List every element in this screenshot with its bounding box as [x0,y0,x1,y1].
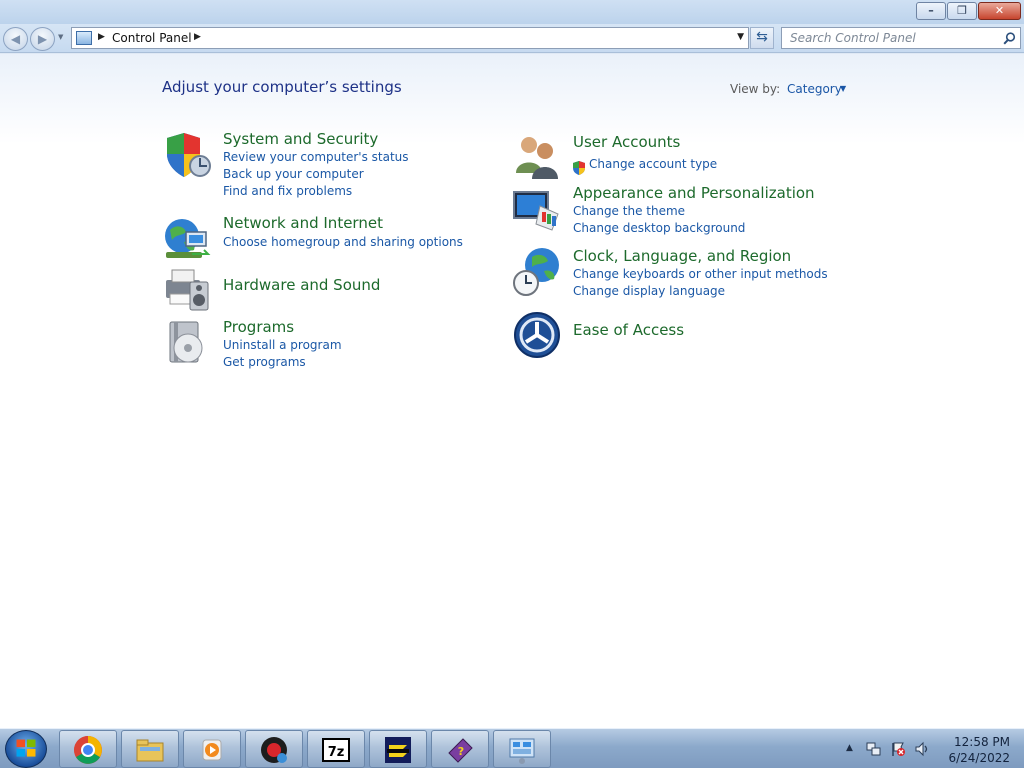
restore-button[interactable]: ❐ [947,2,977,20]
window-controls: – ❐ ✕ [916,2,1021,20]
system-clock[interactable]: 12:58 PM 6/24/2022 [938,734,1010,766]
clock-globe-icon[interactable] [512,247,562,297]
view-by-dropdown[interactable]: Category [787,82,842,96]
svg-text:7z: 7z [328,745,345,760]
category-title-ease-of-access[interactable]: Ease of Access [573,321,684,339]
network-icon[interactable] [866,741,882,757]
category-clock-language-region: Clock, Language, and Region Change keybo… [512,247,828,302]
category-ease-of-access: Ease of Access [512,310,812,360]
windows-logo-icon [16,739,36,757]
minimize-button[interactable]: – [916,2,946,20]
media-player-icon [202,739,222,761]
address-dropdown-icon[interactable]: ▼ [737,32,744,42]
link-change-account-type[interactable]: Change account type [589,157,717,171]
refresh-button[interactable]: ⇆ [750,27,774,49]
restore-icon: ❐ [957,4,967,17]
breadcrumb-control-panel[interactable]: Control Panel [112,31,192,45]
search-input[interactable]: Search Control Panel [790,31,916,45]
taskbar-file-explorer[interactable] [121,730,179,768]
taskbar-media-player[interactable] [183,730,241,768]
link-change-desktop-background[interactable]: Change desktop background [573,221,745,235]
svg-text:?: ? [458,745,464,758]
minimize-icon: – [928,4,934,17]
control-panel-small-icon [76,31,92,45]
refresh-icon: ⇆ [756,29,768,45]
category-appearance-and-personalization: Appearance and Personalization Change th… [512,184,815,239]
close-icon: ✕ [994,4,1005,17]
view-by-label: View by: [730,82,781,96]
taskbar-recorder[interactable] [245,730,303,768]
forward-arrow-icon: ▶ [37,32,48,46]
network-globe-icon[interactable] [162,214,212,264]
uac-shield-icon [573,161,585,175]
link-uninstall-program[interactable]: Uninstall a program [223,338,342,352]
category-title-clock-language-region[interactable]: Clock, Language, and Region [573,247,791,265]
address-bar[interactable]: ▶ Control Panel ▶ ▼ [71,27,749,49]
chrome-icon [74,736,102,764]
clock-time: 12:58 PM [954,735,1010,749]
clock-date: 6/24/2022 [948,751,1010,765]
search-box[interactable]: Search Control Panel [781,27,1021,49]
taskbar-7zip[interactable]: 7z [307,730,365,768]
close-button[interactable]: ✕ [978,2,1021,20]
link-homegroup-sharing[interactable]: Choose homegroup and sharing options [223,235,463,249]
back-arrow-icon: ◀ [10,32,21,46]
category-title-system-and-security[interactable]: System and Security [223,130,378,148]
control-panel-content: Adjust your computer’s settings View by:… [0,54,1024,728]
taskbar-help-book[interactable]: ? [431,730,489,768]
category-title-hardware-and-sound[interactable]: Hardware and Sound [223,276,380,294]
file-explorer-icon [136,739,164,762]
category-system-and-security: System and Security Review your computer… [162,130,452,200]
start-button[interactable] [5,730,47,768]
help-book-icon: ? [448,738,473,763]
volume-icon[interactable] [914,741,930,757]
action-center-flag-icon[interactable] [890,741,906,757]
category-user-accounts: User Accounts Change account type [512,133,812,183]
notification-area: ▲ 12:58 PM 6/24/2022 [838,729,1024,768]
link-change-keyboards[interactable]: Change keyboards or other input methods [573,267,828,281]
chevron-down-icon[interactable]: ▼ [840,84,846,93]
app-icon [385,737,411,763]
show-hidden-icons-icon[interactable]: ▲ [846,743,862,759]
taskbar-control-panel[interactable] [493,730,551,768]
link-find-and-fix-problems[interactable]: Find and fix problems [223,184,352,198]
category-programs: Programs Uninstall a program Get program… [162,318,452,378]
link-back-up-computer[interactable]: Back up your computer [223,167,364,181]
taskbar: 7z ? ▲ 12:58 PM 6/24/2022 [0,728,1024,768]
shield-icon[interactable] [162,130,212,180]
taskbar-chrome[interactable] [59,730,117,768]
7zip-icon: 7z [322,738,350,762]
search-icon[interactable] [1003,32,1016,45]
breadcrumb-separator-icon[interactable]: ▶ [98,32,105,42]
page-title: Adjust your computer’s settings [162,78,402,96]
recorder-icon [261,737,287,763]
link-get-programs[interactable]: Get programs [223,355,306,369]
link-change-display-language[interactable]: Change display language [573,284,725,298]
window-title-bar: – ❐ ✕ [0,0,1024,24]
programs-disc-icon[interactable] [162,318,212,368]
taskbar-app[interactable] [369,730,427,768]
category-network-and-internet: Network and Internet Choose homegroup an… [162,214,463,264]
control-panel-icon [509,738,535,764]
ease-of-access-icon[interactable] [512,310,562,360]
category-title-network-and-internet[interactable]: Network and Internet [223,214,383,232]
category-title-user-accounts[interactable]: User Accounts [573,133,680,151]
monitor-palette-icon[interactable] [512,184,562,234]
link-review-computer-status[interactable]: Review your computer's status [223,150,409,164]
breadcrumb-next-icon[interactable]: ▶ [194,32,201,42]
forward-button[interactable]: ▶ [30,27,55,51]
users-icon[interactable] [512,133,562,183]
navigation-bar: ◀ ▶ ▼ ▶ Control Panel ▶ ▼ ⇆ Search Contr… [0,24,1024,53]
printer-speaker-icon[interactable] [162,264,212,314]
category-title-appearance-and-personalization[interactable]: Appearance and Personalization [573,184,815,202]
category-title-programs[interactable]: Programs [223,318,294,336]
back-button[interactable]: ◀ [3,27,28,51]
link-change-theme[interactable]: Change the theme [573,204,685,218]
recent-pages-dropdown[interactable]: ▼ [58,33,63,41]
category-hardware-and-sound: Hardware and Sound [162,264,452,314]
